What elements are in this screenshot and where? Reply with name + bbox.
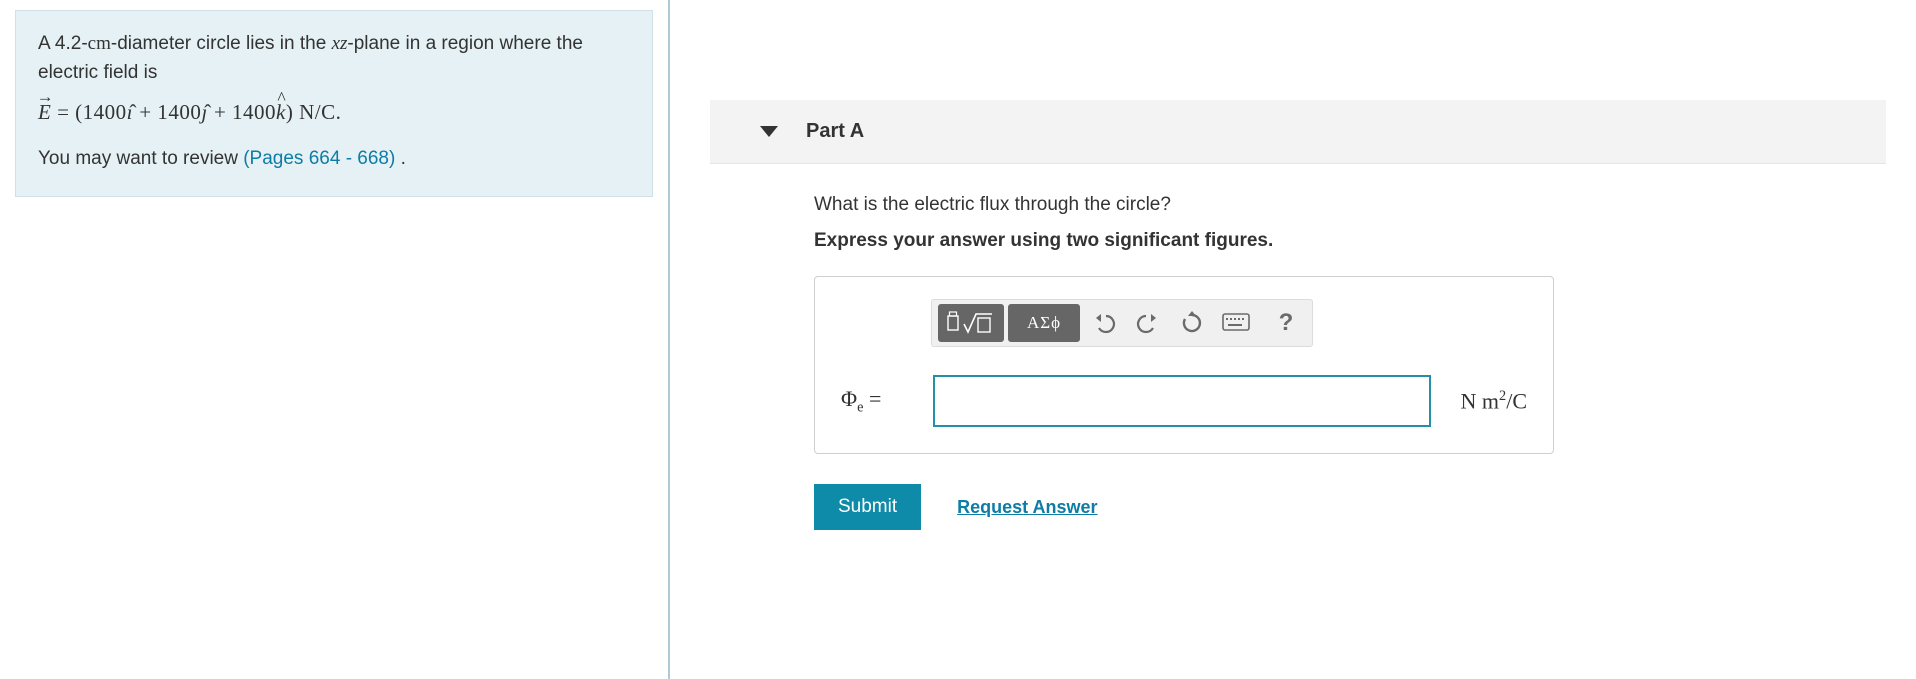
text-frag: -diameter circle lies in the [111,33,332,54]
text-frag: You may want to review [38,148,243,169]
part-body: What is the electric flux through the ci… [710,164,1886,560]
part-title: Part A [806,120,864,143]
equation: E = (1400ı̂ + 1400ȷ̂ + 1400k) N/C. [38,96,630,129]
actions-row: Submit Request Answer [814,484,1856,530]
reset-icon [1180,311,1204,335]
equation-toolbar: ΑΣϕ ? [931,299,1313,347]
pages-link[interactable]: (Pages 664 - 668) [243,148,395,169]
part-header[interactable]: Part A [710,100,1886,164]
text-frag: ) N/C. [286,100,342,124]
answer-box: ΑΣϕ ? [814,276,1554,454]
plane-var: xz [332,33,348,54]
caret-down-icon [760,126,778,137]
text-frag: = (1400 [51,100,126,124]
text-frag: ̂ + 1400 [208,100,276,124]
vector-E: E [38,96,51,129]
unit-k: k [276,96,286,129]
submit-button[interactable]: Submit [814,484,921,530]
answer-panel: Part A What is the electric flux through… [670,0,1916,679]
problem-panel: A 4.2-cm-diameter circle lies in the xz-… [0,0,670,679]
reset-button[interactable] [1172,304,1212,342]
answer-input[interactable] [933,375,1431,427]
undo-button[interactable] [1084,304,1124,342]
text-frag: A 4.2- [38,33,88,54]
greek-letters-button[interactable]: ΑΣϕ [1008,304,1080,342]
problem-text: A 4.2-cm-diameter circle lies in the xz-… [38,29,630,88]
help-button[interactable]: ? [1266,304,1306,342]
keyboard-button[interactable] [1216,304,1256,342]
redo-button[interactable] [1128,304,1168,342]
phi-symbol: Φ [841,386,857,411]
question-text: What is the electric flux through the ci… [814,194,1856,216]
instruction-text: Express your answer using two significan… [814,230,1856,252]
fraction-root-icon [946,310,996,336]
request-answer-link[interactable]: Request Answer [957,497,1097,518]
keyboard-icon [1222,313,1250,333]
unit-cm: cm [88,33,111,54]
review-line: You may want to review (Pages 664 - 668)… [38,144,630,173]
phi-label: Φe = [841,386,925,416]
undo-icon [1092,312,1116,334]
answer-row: Φe = N m2/C [841,375,1527,427]
template-fraction-button[interactable] [938,304,1004,342]
problem-statement: A 4.2-cm-diameter circle lies in the xz-… [15,10,653,197]
equals: = [863,386,881,411]
redo-icon [1136,312,1160,334]
unit-label: N m2/C [1461,388,1527,414]
text-frag: . [395,148,406,169]
text-frag: ̂ + 1400 [133,100,201,124]
